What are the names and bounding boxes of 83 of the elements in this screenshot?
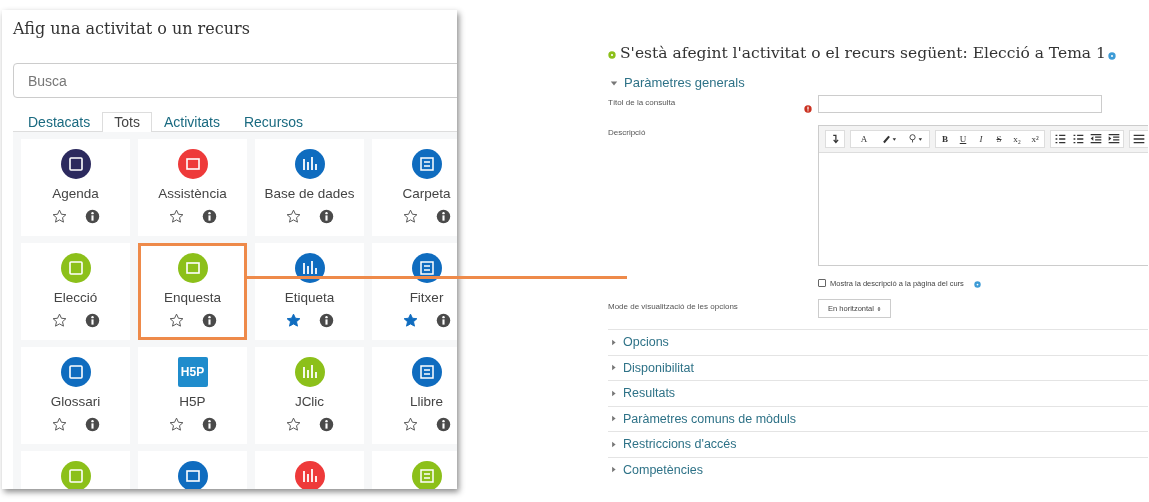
star-icon[interactable] bbox=[168, 209, 184, 224]
info-icon[interactable] bbox=[435, 209, 451, 224]
activity-tile[interactable]: Llibre bbox=[372, 347, 457, 444]
expand-caret-icon bbox=[610, 364, 617, 372]
filled-star-icon[interactable] bbox=[402, 313, 418, 328]
tab[interactable]: Destacats bbox=[16, 112, 103, 131]
expand-caret-icon bbox=[610, 466, 617, 474]
activity-tile[interactable]: Glossari bbox=[21, 347, 130, 444]
star-icon[interactable] bbox=[51, 209, 67, 224]
info-icon[interactable] bbox=[201, 313, 217, 328]
info-icon[interactable] bbox=[318, 417, 334, 432]
activity-name: Llibre bbox=[410, 394, 443, 409]
format-button[interactable]: S bbox=[990, 131, 1008, 147]
tab[interactable]: Tots bbox=[102, 112, 152, 132]
activity-tile[interactable]: Carpeta bbox=[372, 139, 457, 236]
format-button[interactable]: x² bbox=[1026, 131, 1044, 147]
section-header[interactable]: Paràmetres comuns de mòduls bbox=[608, 405, 1148, 431]
collapse-caret-icon bbox=[610, 78, 618, 87]
activity-tile[interactable]: H5P H5P bbox=[138, 347, 247, 444]
h5p-icon: H5P bbox=[177, 357, 208, 387]
star-icon[interactable] bbox=[51, 313, 67, 328]
activity-name: H5P bbox=[179, 394, 206, 409]
info-icon[interactable] bbox=[318, 313, 334, 328]
activity-name: Agenda bbox=[52, 186, 99, 201]
dialog-title: Afig una activitat o un recurs bbox=[13, 19, 251, 40]
activity-name: Enquesta bbox=[163, 290, 221, 305]
expand-caret-icon bbox=[610, 338, 617, 346]
info-icon[interactable] bbox=[84, 313, 100, 328]
section-header[interactable]: Paràmetres generals bbox=[608, 75, 1148, 90]
activity-tile[interactable]: Fitxer bbox=[372, 243, 457, 340]
page-heading: S'està afegint l'activitat o el recurs següent: Elecció a Tema 1 bbox=[620, 44, 1106, 62]
star-icon[interactable] bbox=[402, 417, 418, 432]
section-header[interactable]: Opcions bbox=[608, 329, 1148, 355]
format-button[interactable]: B bbox=[936, 131, 954, 147]
section-header[interactable]: Resultats bbox=[608, 380, 1148, 406]
section-header[interactable]: Restriccions d'accés bbox=[608, 431, 1148, 457]
activity-name: Elecció bbox=[53, 290, 98, 305]
info-icon[interactable] bbox=[435, 313, 451, 328]
section-header[interactable]: Competències bbox=[608, 456, 1148, 482]
activity-name: Fitxer bbox=[409, 290, 444, 305]
format-button[interactable]: x₂ bbox=[1008, 131, 1026, 147]
activity-tile[interactable]: Agenda bbox=[21, 139, 130, 236]
format-button[interactable]: I bbox=[972, 131, 990, 147]
section-header[interactable]: Disponibilitat bbox=[608, 354, 1148, 380]
search-field[interactable]: Busca bbox=[13, 63, 457, 98]
star-icon[interactable] bbox=[285, 417, 301, 432]
field-label: Mode de visualització de les opcions bbox=[608, 301, 739, 313]
filled-star-icon[interactable] bbox=[285, 313, 301, 328]
activity-name: JClic bbox=[294, 394, 325, 409]
expand-caret-icon bbox=[610, 389, 617, 397]
field-label: Descripció bbox=[608, 127, 647, 139]
activity-name: Assistència bbox=[158, 186, 227, 201]
star-icon[interactable] bbox=[168, 313, 184, 328]
activity-name: Base de dades bbox=[264, 186, 355, 201]
info-icon[interactable] bbox=[435, 417, 451, 432]
expand-caret-icon bbox=[610, 415, 617, 423]
title-input-field[interactable] bbox=[818, 95, 1102, 113]
activity-tile[interactable]: Etiqueta bbox=[255, 243, 364, 340]
info-icon[interactable] bbox=[201, 209, 217, 224]
activity-name: Glossari bbox=[50, 394, 101, 409]
activity-tile[interactable]: Enquesta bbox=[138, 243, 247, 340]
activity-tile[interactable]: JClic bbox=[255, 347, 364, 444]
format-button[interactable]: U bbox=[954, 131, 972, 147]
info-icon[interactable] bbox=[318, 209, 334, 224]
activity-tile[interactable]: Elecció bbox=[21, 243, 130, 340]
expand-caret-icon bbox=[610, 440, 617, 448]
info-icon[interactable] bbox=[84, 417, 100, 432]
info-icon[interactable] bbox=[84, 209, 100, 224]
checkbox[interactable] bbox=[818, 279, 826, 287]
activity-tile[interactable]: Base de dades bbox=[255, 139, 364, 236]
activity-tile[interactable]: Assistència bbox=[138, 139, 247, 236]
tab[interactable]: Activitats bbox=[151, 112, 232, 131]
activity-name: Carpeta bbox=[402, 186, 451, 201]
star-icon[interactable] bbox=[402, 209, 418, 224]
updown-caret-icon bbox=[876, 305, 881, 312]
activity-name: Etiqueta bbox=[284, 290, 335, 305]
tab[interactable]: Recursos bbox=[231, 112, 316, 131]
star-icon[interactable] bbox=[285, 209, 301, 224]
field-label: Títol de la consulta bbox=[608, 97, 677, 109]
info-icon[interactable] bbox=[201, 417, 217, 432]
star-icon[interactable] bbox=[51, 417, 67, 432]
star-icon[interactable] bbox=[168, 417, 184, 432]
text-editor[interactable]: A B U I S x₂ x² bbox=[818, 125, 1148, 266]
